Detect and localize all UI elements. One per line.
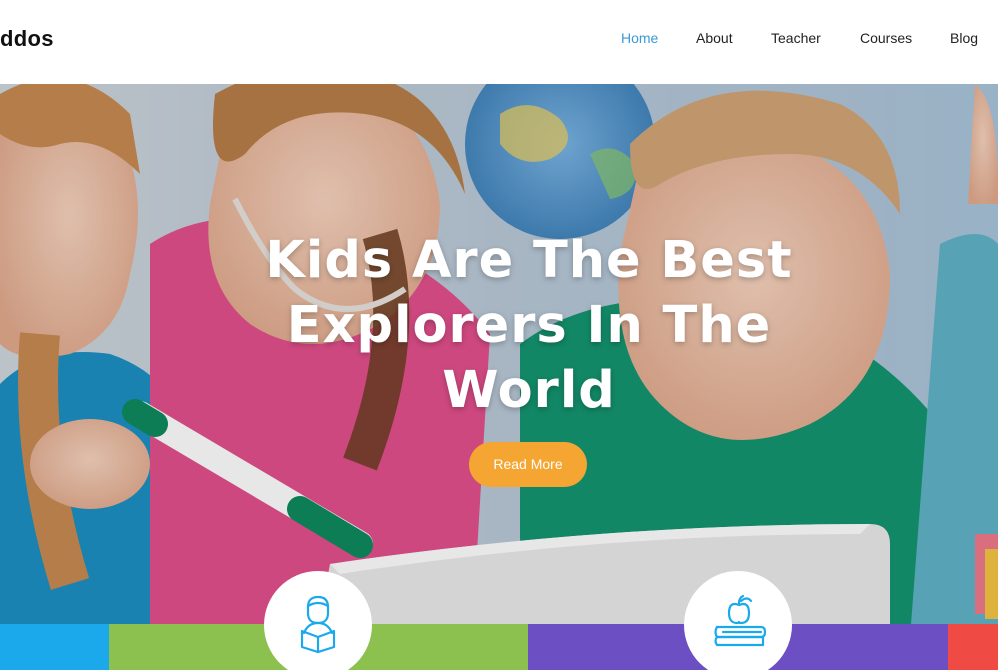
- feature-circle-books[interactable]: [684, 571, 792, 670]
- site-header: ddos Home About Teacher Courses Blog: [0, 0, 998, 84]
- nav-blog[interactable]: Blog: [950, 30, 978, 46]
- hero-title-line-2: Explorers In The: [286, 296, 772, 355]
- feature-strip-red: [948, 624, 998, 670]
- main-nav: Home About Teacher Courses Blog: [0, 30, 998, 50]
- apple-books-icon: [714, 594, 767, 647]
- feature-strip-blue: [0, 624, 109, 670]
- read-more-button[interactable]: Read More: [469, 442, 587, 487]
- nav-home[interactable]: Home: [621, 30, 658, 46]
- nav-about[interactable]: About: [696, 30, 733, 46]
- nav-courses[interactable]: Courses: [860, 30, 912, 46]
- hero-section: Kids Are The Best Explorers In The World…: [0, 84, 998, 670]
- hero-title-line-3: World: [442, 361, 616, 420]
- feature-circle-reading[interactable]: [264, 571, 372, 670]
- hero-title-line-1: Kids Are The Best: [265, 231, 793, 290]
- reading-student-icon: [300, 595, 336, 653]
- hero-title: Kids Are The Best Explorers In The World: [229, 228, 829, 423]
- nav-teacher[interactable]: Teacher: [771, 30, 821, 46]
